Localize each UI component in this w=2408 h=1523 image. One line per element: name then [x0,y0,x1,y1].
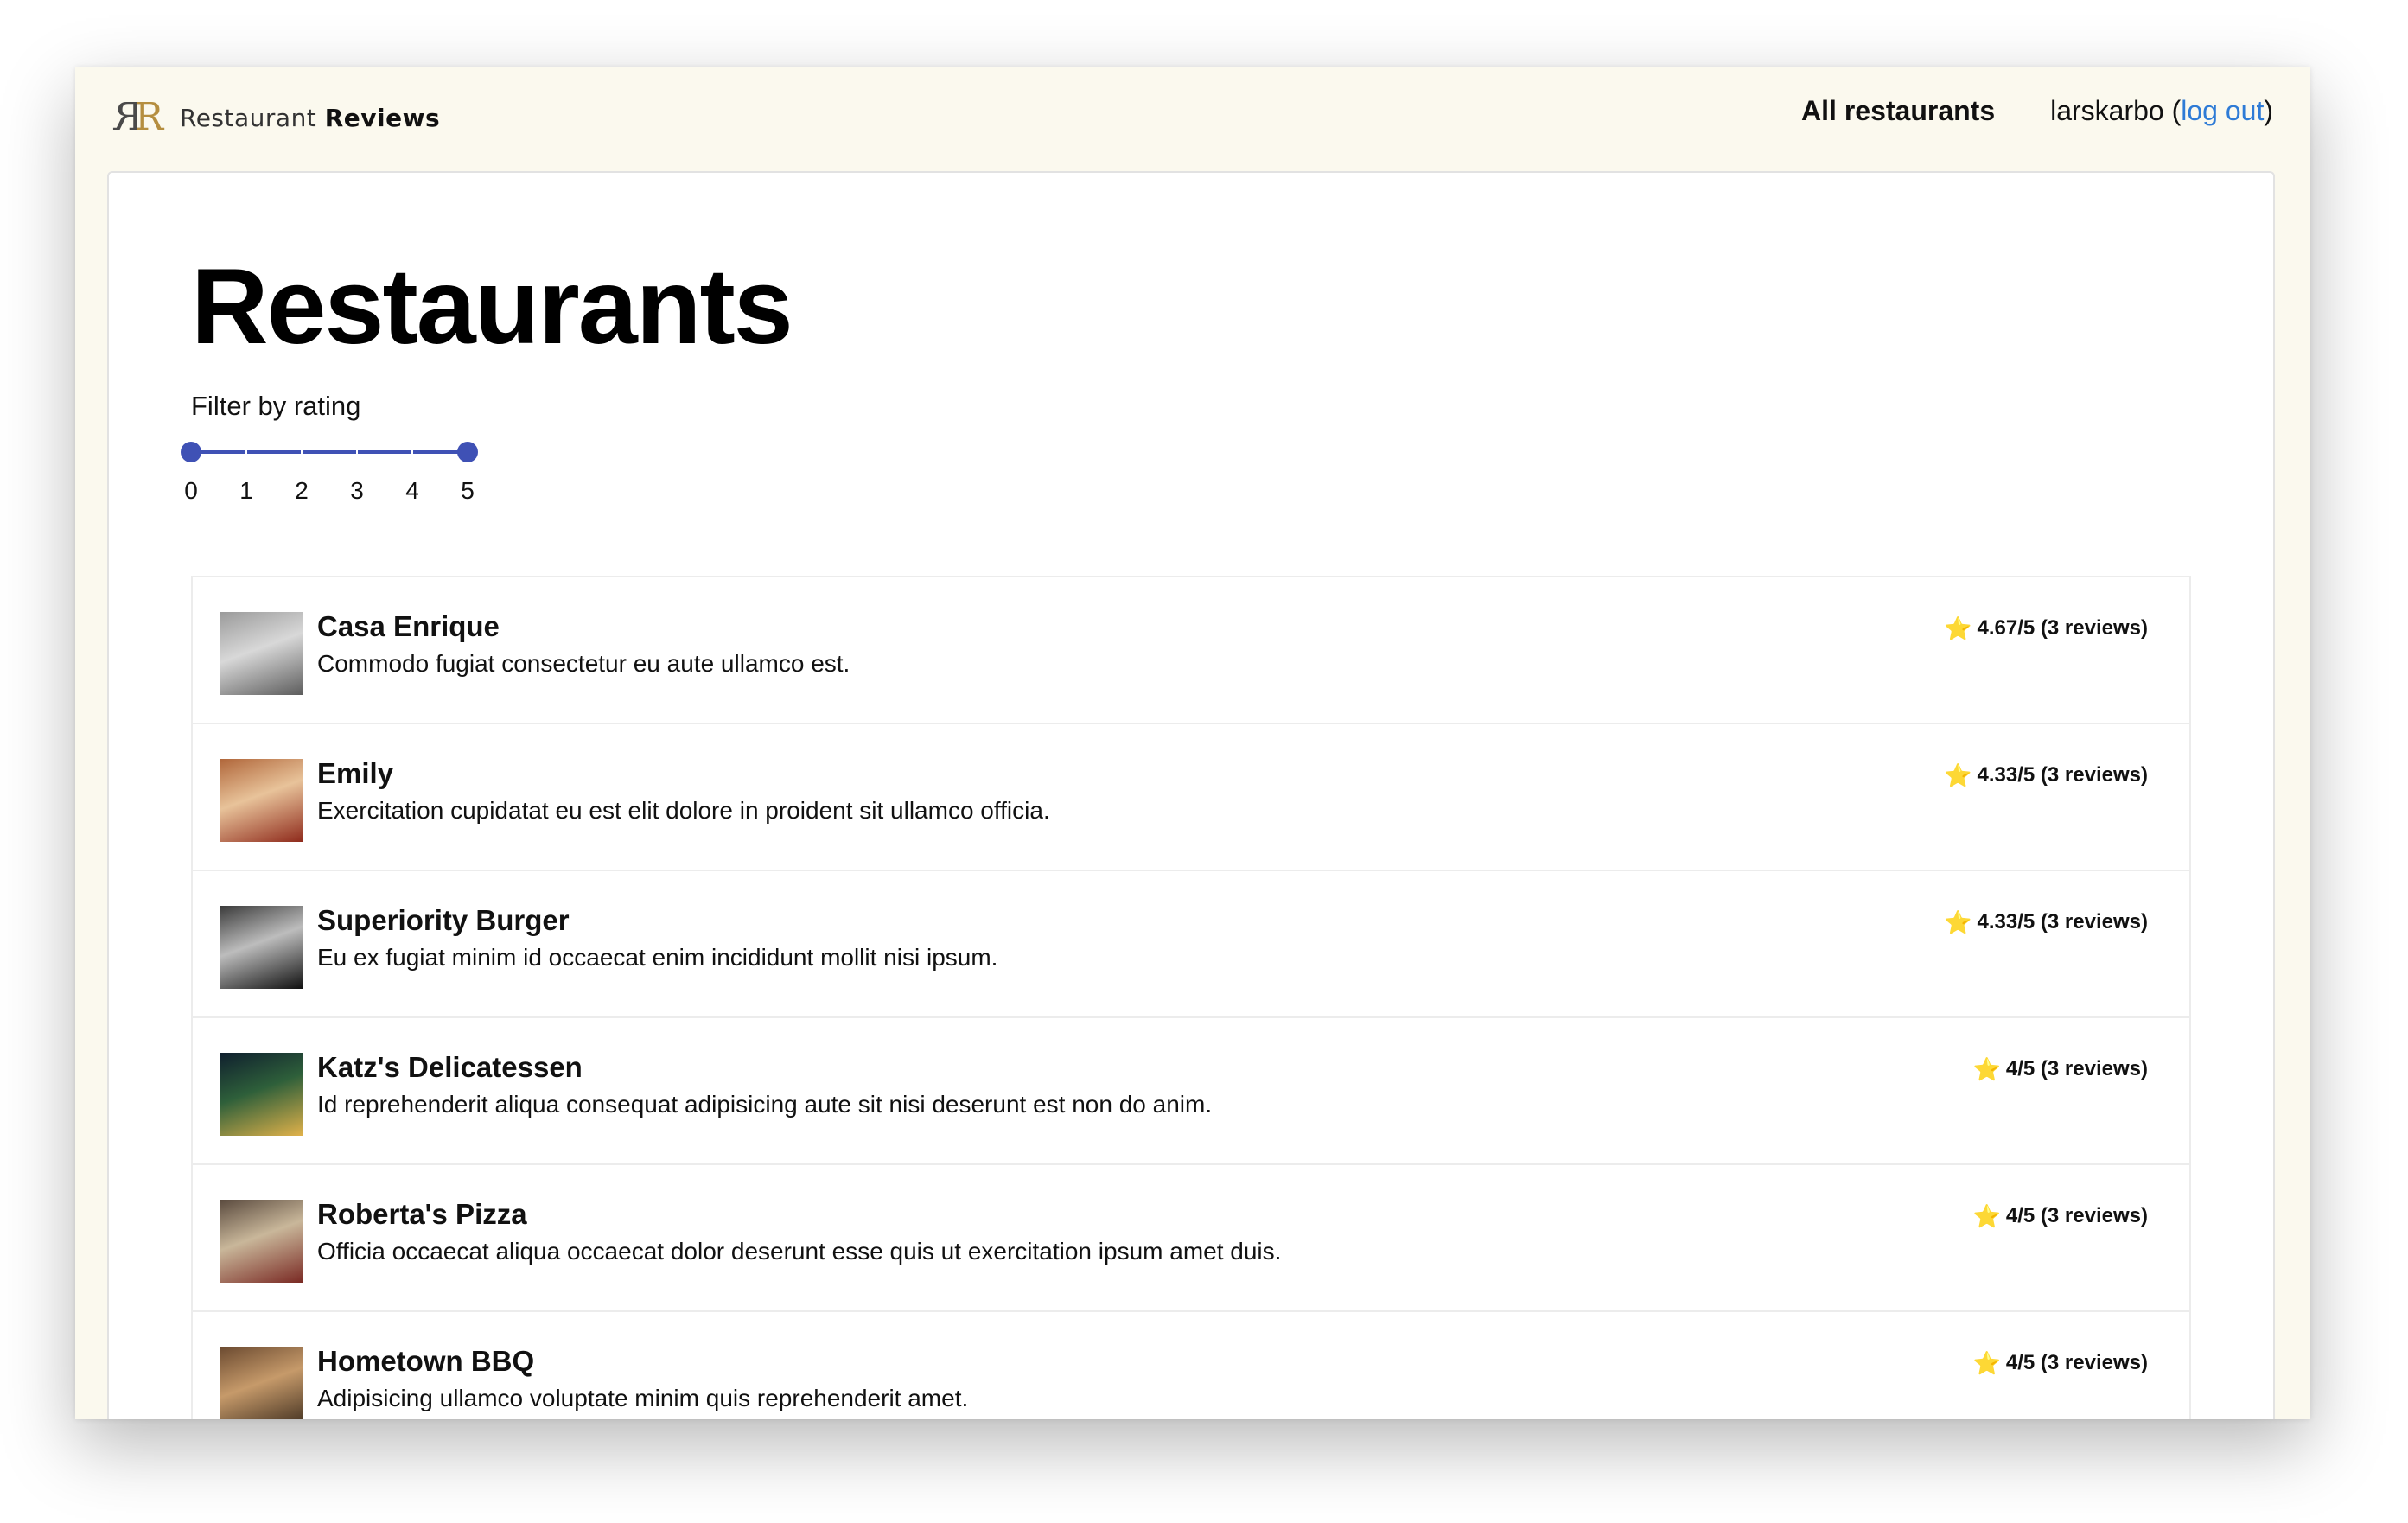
slider-mark-label: 3 [350,477,364,504]
paren-open: ( [2163,95,2182,126]
slider-tick [301,449,303,456]
restaurant-name[interactable]: Casa Enrique [317,610,500,643]
restaurant-name[interactable]: Roberta's Pizza [317,1198,527,1231]
filter-label: Filter by rating [191,391,361,421]
star-icon: ⭐ [1972,1350,2001,1376]
rating-text: 4.33/5 (3 reviews) [1977,763,2148,787]
slider-mark-label: 2 [295,477,309,504]
restaurant-rating: ⭐ 4.33/5 (3 reviews) [1944,910,2148,934]
rating-text: 4/5 (3 reviews) [2005,1351,2148,1374]
browser-window: RR Restaurant Reviews All restaurants la… [75,67,2310,1419]
rating-text: 4/5 (3 reviews) [2005,1204,2148,1227]
top-header: RR Restaurant Reviews All restaurants la… [75,67,2310,171]
paren-close: ) [2264,95,2273,126]
restaurant-thumbnail [220,1347,303,1419]
slider-tick [245,449,247,456]
restaurant-description: Eu ex fugiat minim id occaecat enim inci… [317,944,998,971]
star-icon: ⭐ [1972,1056,2001,1082]
logo-mark-icon: RR [114,95,164,139]
restaurant-thumbnail [220,759,303,842]
restaurant-rating: ⭐ 4/5 (3 reviews) [1973,1057,2148,1081]
restaurant-name[interactable]: Emily [317,757,393,790]
star-icon: ⭐ [1944,909,1972,935]
slider-thumb-min[interactable] [181,442,201,462]
restaurant-row[interactable]: Casa Enrique Commodo fugiat consectetur e… [193,577,2189,724]
restaurant-row[interactable]: Hometown BBQ Adipisicing ullamco voluptat… [193,1312,2189,1419]
user-info: larskarbo (log out) [2050,95,2273,127]
slider-tick [356,449,358,456]
star-icon: ⭐ [1972,1203,2001,1229]
slider-tick [411,449,413,456]
restaurant-row[interactable]: Emily Exercitation cupidatat eu est elit … [193,724,2189,871]
restaurant-description: Exercitation cupidatat eu est elit dolor… [317,797,1050,824]
rating-text: 4.67/5 (3 reviews) [1977,616,2148,640]
slider-mark-label: 4 [405,477,419,504]
slider-mark-label: 0 [184,477,198,504]
restaurant-rating: ⭐ 4.67/5 (3 reviews) [1944,616,2148,640]
slider-mark-label: 5 [461,477,475,504]
star-icon: ⭐ [1944,762,1972,788]
rating-text: 4/5 (3 reviews) [2005,1057,2148,1080]
restaurant-description: Commodo fugiat consectetur eu aute ullam… [317,650,850,677]
restaurant-list: Casa Enrique Commodo fugiat consectetur e… [191,576,2191,1419]
restaurant-name[interactable]: Hometown BBQ [317,1345,534,1378]
logo-text-light: Restaurant [180,103,317,132]
restaurant-name[interactable]: Superiority Burger [317,904,570,937]
rating-text: 4.33/5 (3 reviews) [1977,910,2148,934]
all-restaurants-link[interactable]: All restaurants [1801,95,1995,127]
rating-filter-slider[interactable]: 0 1 2 3 4 5 [180,432,491,519]
restaurant-row[interactable]: Roberta's Pizza Officia occaecat aliqua o… [193,1165,2189,1312]
restaurant-name[interactable]: Katz's Delicatessen [317,1051,583,1084]
restaurant-thumbnail [220,1200,303,1283]
restaurant-description: Officia occaecat aliqua occaecat dolor d… [317,1238,1282,1265]
slider-track[interactable] [191,450,468,454]
logo-text: Restaurant Reviews [180,104,440,132]
content-panel: Restaurants Filter by rating 0 1 2 3 4 5 Casa… [107,171,2275,1419]
username: larskarbo [2050,95,2164,126]
star-icon: ⭐ [1944,615,1972,641]
restaurant-thumbnail [220,1053,303,1136]
site-logo[interactable]: RR Restaurant Reviews [114,95,440,139]
restaurant-rating: ⭐ 4.33/5 (3 reviews) [1944,763,2148,787]
restaurant-thumbnail [220,612,303,695]
restaurant-rating: ⭐ 4/5 (3 reviews) [1973,1204,2148,1228]
restaurant-description: Adipisicing ullamco voluptate minim quis… [317,1385,969,1411]
restaurant-rating: ⭐ 4/5 (3 reviews) [1973,1351,2148,1375]
page-title: Restaurants [191,247,793,366]
restaurant-thumbnail [220,906,303,989]
slider-thumb-max[interactable] [457,442,478,462]
logo-text-bold: Reviews [324,103,441,132]
header-nav: All restaurants larskarbo (log out) [1801,95,2273,127]
slider-mark-label: 1 [239,477,253,504]
logout-link[interactable]: log out [2181,95,2264,126]
restaurant-row[interactable]: Katz's Delicatessen Id reprehenderit aliq… [193,1018,2189,1165]
restaurant-description: Id reprehenderit aliqua consequat adipis… [317,1091,1213,1118]
restaurant-row[interactable]: Superiority Burger Eu ex fugiat minim id … [193,871,2189,1018]
